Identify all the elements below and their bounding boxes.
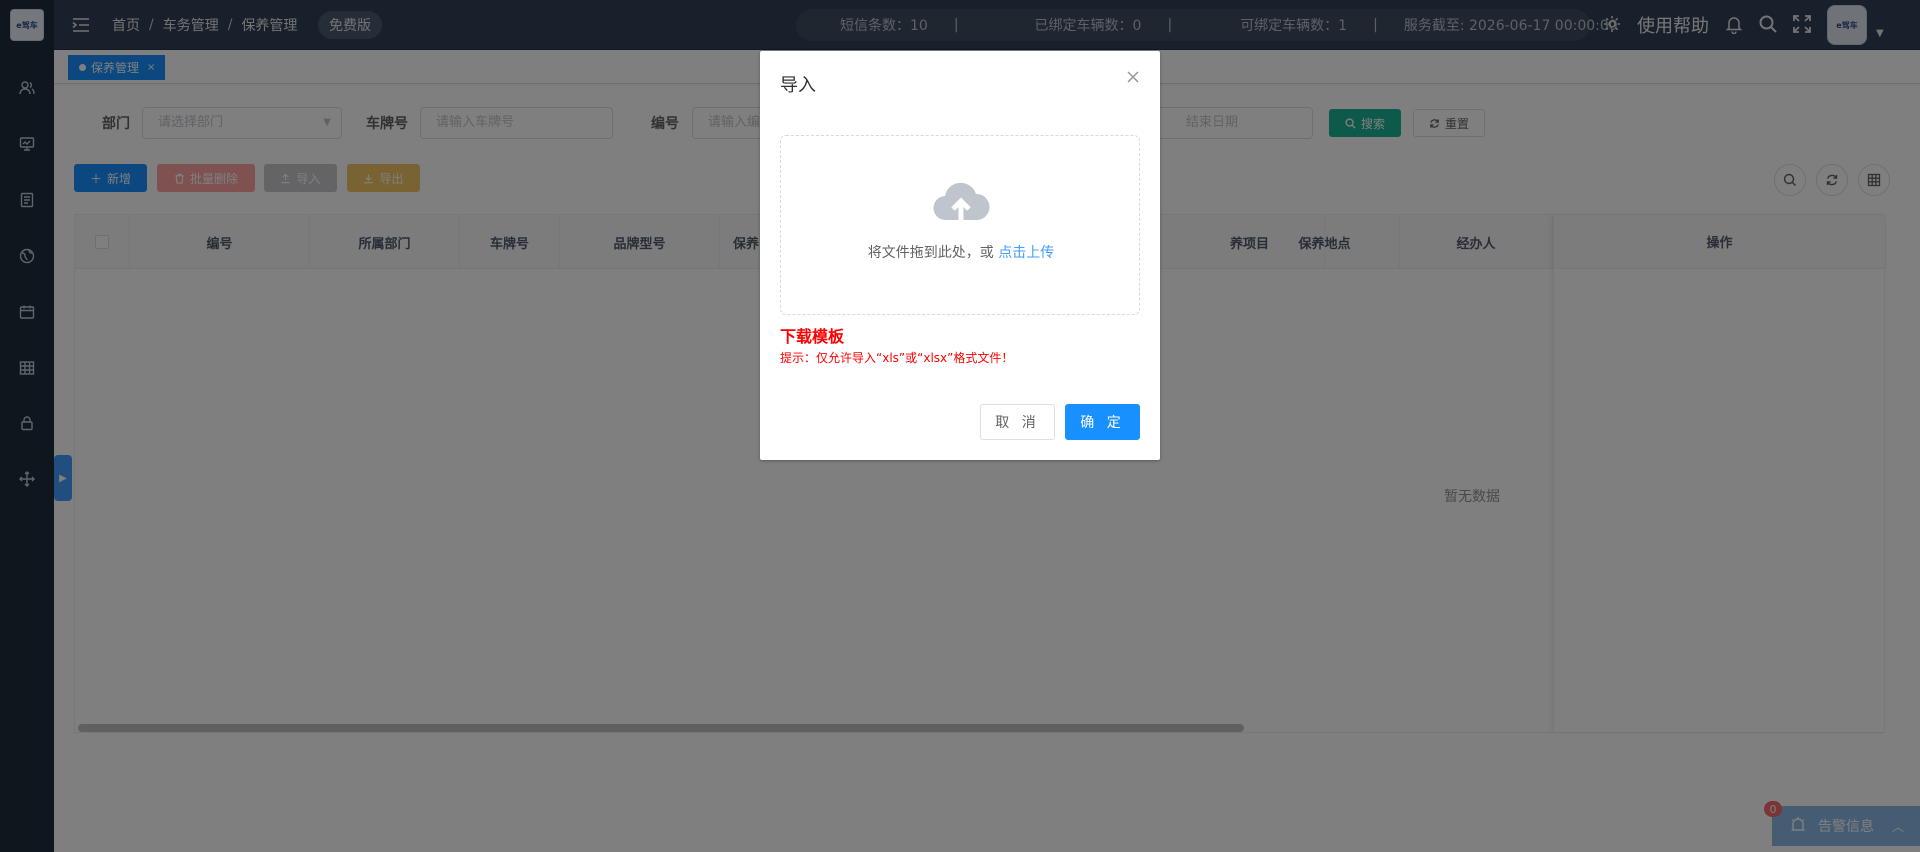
close-icon[interactable] [1125,69,1141,85]
confirm-button[interactable]: 确 定 [1065,404,1140,440]
drop-hint-text: 将文件拖到此处，或 [867,245,999,261]
click-upload-link[interactable]: 点击上传 [998,245,1054,261]
drop-hint: 将文件拖到此处，或 点击上传 [781,242,1141,262]
upload-dropzone[interactable]: 将文件拖到此处，或 点击上传 [780,135,1140,315]
download-template-link[interactable]: 下载模板 [780,323,844,347]
dialog-title: 导入 [780,75,816,96]
format-tip: 提示：仅允许导入“xls”或“xlsx”格式文件！ [780,351,1014,365]
cloud-upload-icon [931,178,991,226]
import-dialog: 导入 将文件拖到此处，或 点击上传 下载模板 提示：仅允许导入“xls”或“xl… [760,51,1160,460]
cancel-button[interactable]: 取 消 [980,404,1055,440]
